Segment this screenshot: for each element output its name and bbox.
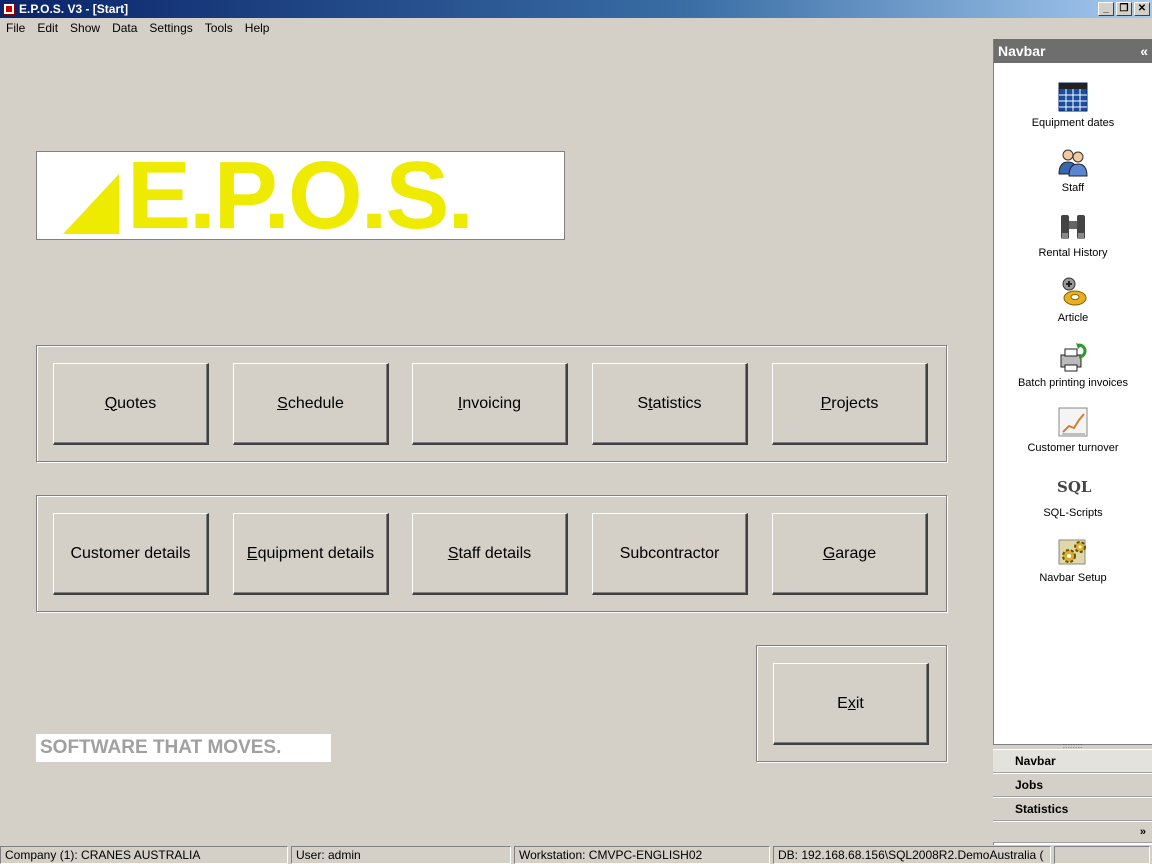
navbar-panel: Navbar « Equipment dates Staff Rental Hi… xyxy=(993,39,1152,845)
status-bar: Company (1): CRANES AUSTRALIA User: admi… xyxy=(0,846,1152,864)
staff-details-label-accel: S xyxy=(447,544,459,562)
title-bar: E.P.O.S. V3 - [Start] _ ❐ ✕ xyxy=(0,0,1152,18)
chart-icon xyxy=(1057,406,1089,438)
invoicing-button[interactable]: Invoicing xyxy=(412,363,568,445)
statistics-button[interactable]: St atistics xyxy=(592,363,748,445)
status-workstation: Workstation: CMVPC-ENGLISH02 xyxy=(514,846,770,864)
menu-edit[interactable]: Edit xyxy=(31,21,64,35)
calendar-icon xyxy=(1057,81,1089,113)
logo-text: E.P.O.S. xyxy=(127,142,474,249)
navbar-title: Navbar xyxy=(998,43,1046,59)
close-button[interactable]: ✕ xyxy=(1134,2,1150,16)
schedule-label-post: chedule xyxy=(287,394,344,412)
app-icon[interactable] xyxy=(3,3,15,15)
navbar-item-article[interactable]: Article xyxy=(994,276,1152,324)
staff-icon xyxy=(1057,146,1089,178)
invoicing-label-post: nvoicing xyxy=(462,394,522,412)
status-db: DB: 192.168.68.156\SQL2008R2.DemoAustral… xyxy=(773,846,1051,864)
exit-label-post: it xyxy=(855,694,864,712)
staff-details-button[interactable]: Staff details xyxy=(412,513,568,595)
customer-details-button[interactable]: Customer details xyxy=(53,513,209,595)
projects-label-accel: P xyxy=(820,394,832,412)
schedule-label-accel: S xyxy=(277,394,288,412)
schedule-button[interactable]: Schedule xyxy=(233,363,389,445)
exit-label-accel: x xyxy=(847,694,856,712)
printer-icon xyxy=(1057,341,1089,373)
statistics-label-pre: S xyxy=(637,394,649,412)
navbar-item-label: Equipment dates xyxy=(1031,117,1115,129)
tagline: SOFTWARE THAT MOVES. xyxy=(36,734,331,762)
navbar-group-tabs: :::::::::::: Navbar Jobs Statistics » xyxy=(993,744,1152,843)
navbar-item-staff[interactable]: Staff xyxy=(994,146,1152,194)
exit-label-pre: E xyxy=(837,694,848,712)
navbar-group-statistics[interactable]: Statistics xyxy=(993,797,1152,821)
quotes-label-post: uotes xyxy=(117,394,157,412)
navbar-item-customer-turnover[interactable]: Customer turnover xyxy=(994,406,1152,454)
article-icon xyxy=(1057,276,1089,308)
status-company: Company (1): CRANES AUSTRALIA xyxy=(0,846,288,864)
binoculars-icon xyxy=(1057,211,1089,243)
projects-button[interactable]: Projects xyxy=(772,363,928,445)
navbar-header: Navbar « xyxy=(994,39,1152,63)
subcontractor-button[interactable]: Subcontractor xyxy=(592,513,748,595)
equipment-details-button[interactable]: Equipment details xyxy=(233,513,389,595)
staff-details-label-post: taff details xyxy=(458,544,532,562)
navbar-item-label: Customer turnover xyxy=(1027,442,1119,454)
menu-file[interactable]: File xyxy=(0,21,31,35)
restore-button[interactable]: ❐ xyxy=(1116,2,1132,16)
customer-details-label-pre: Customer details xyxy=(70,544,191,562)
equipment-details-label-accel: E xyxy=(246,544,258,562)
menu-settings[interactable]: Settings xyxy=(143,21,198,35)
navbar-more-icon[interactable]: » xyxy=(993,821,1152,843)
navbar-group-jobs[interactable]: Jobs xyxy=(993,773,1152,797)
quotes-button[interactable]: Quotes xyxy=(53,363,209,445)
minimize-button[interactable]: _ xyxy=(1098,2,1114,16)
collapse-icon[interactable]: « xyxy=(1140,43,1148,59)
navbar-item-rental-history[interactable]: Rental History xyxy=(994,211,1152,259)
window-controls: _ ❐ ✕ xyxy=(1098,2,1150,16)
navbar-item-label: Navbar Setup xyxy=(1039,572,1107,584)
navbar-item-sql-scripts[interactable]: SQL SQL-Scripts xyxy=(994,471,1152,519)
gears-icon xyxy=(1057,536,1089,568)
menu-help[interactable]: Help xyxy=(239,21,276,35)
statistics-label-post: atistics xyxy=(652,394,702,412)
status-extra xyxy=(1054,846,1150,864)
menu-bar: File Edit Show Data Settings Tools Help xyxy=(0,18,1152,38)
menu-data[interactable]: Data xyxy=(106,21,143,35)
projects-label-post: rojects xyxy=(831,394,879,412)
quotes-label-accel: Q xyxy=(104,394,118,412)
sql-icon: SQL xyxy=(1057,478,1092,496)
navbar-item-label: Rental History xyxy=(1038,247,1108,259)
navbar-item-navbar-setup[interactable]: Navbar Setup xyxy=(994,536,1152,584)
status-user: User: admin xyxy=(291,846,511,864)
menu-show[interactable]: Show xyxy=(64,21,106,35)
navbar-item-label: SQL-Scripts xyxy=(1043,507,1103,519)
garage-label-post: arage xyxy=(835,544,877,562)
navbar-item-batch-printing[interactable]: Batch printing invoices xyxy=(994,341,1152,389)
garage-label-accel: G xyxy=(822,544,836,562)
exit-button[interactable]: Ex it xyxy=(773,663,929,745)
navbar-item-equipment-dates[interactable]: Equipment dates xyxy=(994,81,1152,129)
garage-button[interactable]: Garage xyxy=(772,513,928,595)
navbar-group-navbar[interactable]: Navbar xyxy=(993,749,1152,773)
menu-tools[interactable]: Tools xyxy=(199,21,239,35)
subcontractor-label-pre: Subcontractor xyxy=(619,544,720,562)
navbar-item-label: Article xyxy=(1057,312,1089,324)
epos-logo: E.P.O.S. xyxy=(36,146,565,246)
navbar-item-label: Staff xyxy=(1061,182,1085,194)
equipment-details-label-post: quipment details xyxy=(257,544,375,562)
window-title: E.P.O.S. V3 - [Start] xyxy=(19,2,129,16)
navbar-item-label: Batch printing invoices xyxy=(1017,377,1129,389)
